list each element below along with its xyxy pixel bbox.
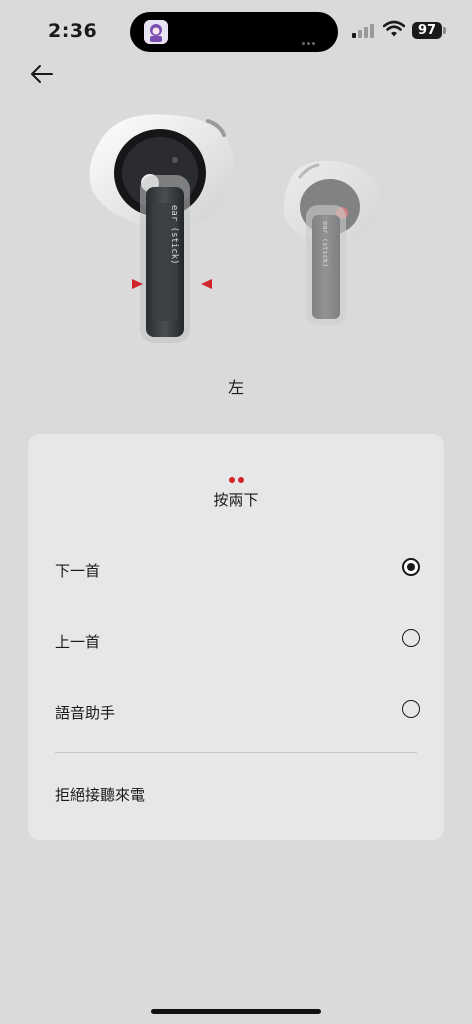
island-activity-dots xyxy=(302,30,322,45)
home-indicator[interactable] xyxy=(151,1009,321,1014)
gesture-title: 按兩下 xyxy=(213,491,259,509)
option-next-track[interactable]: 下一首 xyxy=(28,540,444,600)
earbuds-illustration: ear (stick) ear (stick) xyxy=(80,105,400,350)
app-avatar-icon xyxy=(144,20,168,44)
right-earbud-image: ear (stick) xyxy=(283,160,381,325)
battery-indicator: 97 xyxy=(412,22,442,39)
option-voice-assistant[interactable]: 語音助手 xyxy=(28,682,444,742)
option-label: 下一首 xyxy=(55,562,101,580)
back-button[interactable] xyxy=(26,58,58,90)
right-earbud-brand: ear (stick) xyxy=(321,221,329,267)
left-earbud-image: ear (stick) xyxy=(89,114,234,343)
arrow-left-icon xyxy=(31,65,53,83)
radio-unselected-icon[interactable] xyxy=(402,629,420,647)
option-label: 拒絕接聽來電 xyxy=(55,786,146,804)
dynamic-island xyxy=(130,12,338,52)
radio-unselected-icon[interactable] xyxy=(402,700,420,718)
wifi-icon xyxy=(382,20,406,38)
side-label: 左 xyxy=(227,378,244,397)
option-label: 語音助手 xyxy=(55,704,116,722)
double-tap-dots-icon xyxy=(28,468,444,483)
option-label: 上一首 xyxy=(55,633,101,651)
cellular-signal-icon xyxy=(352,24,374,38)
gesture-settings-card: 按兩下 下一首 上一首 語音助手 拒絕接聽來電 xyxy=(28,434,444,840)
divider xyxy=(55,752,417,753)
radio-selected-icon[interactable] xyxy=(402,558,420,576)
status-time: 2:36 xyxy=(48,20,98,42)
option-reject-call[interactable]: 拒絕接聽來電 xyxy=(28,764,444,824)
option-previous-track[interactable]: 上一首 xyxy=(28,611,444,671)
battery-nub xyxy=(443,27,446,34)
left-earbud-brand: ear (stick) xyxy=(169,205,179,265)
